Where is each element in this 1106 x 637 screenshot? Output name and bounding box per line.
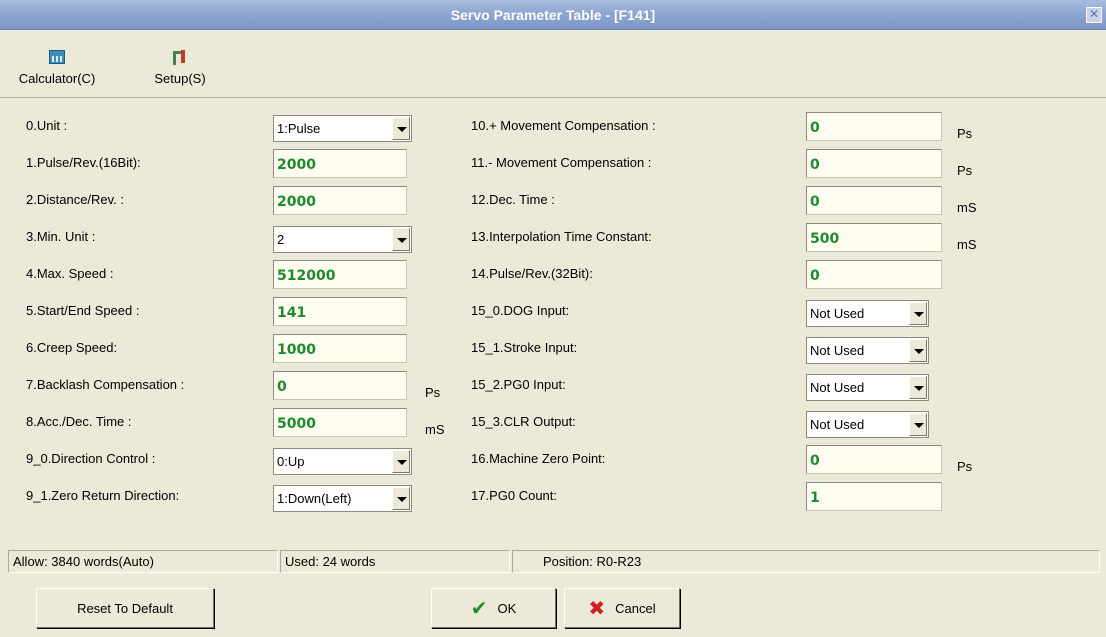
chevron-down-icon[interactable] [392, 487, 410, 510]
ok-button[interactable]: ✔ OK [431, 588, 556, 628]
input-14-pulse-rev-32bit[interactable]: 0 [806, 260, 942, 289]
label-6-creep-speed: 6.Creep Speed: [26, 340, 118, 355]
ok-button-label: OK [497, 600, 517, 616]
label-12-dec-time: 12.Dec. Time : [471, 192, 555, 207]
input-10-movement-compensation[interactable]: 0 [806, 112, 942, 141]
chevron-down-icon[interactable] [392, 450, 410, 473]
select-15-2-pg0-input[interactable]: Not Used [806, 374, 929, 401]
tools-icon [172, 50, 188, 65]
select-value: Not Used [810, 417, 865, 432]
toolbar: Calculator(C) Setup(S) [0, 40, 1106, 98]
select-value: 1:Down(Left) [277, 491, 352, 506]
cancel-button-label: Cancel [615, 600, 656, 616]
select-value: 2 [277, 232, 285, 247]
select-15-3-clr-output[interactable]: Not Used [806, 411, 929, 438]
calculator-icon [49, 50, 65, 64]
input-13-interpolation-time-constant[interactable]: 500 [806, 223, 942, 252]
label-15-1-stroke-input: 15_1.Stroke Input: [471, 340, 578, 355]
label-11-movement-compensation: 11.- Movement Compensation : [471, 155, 652, 170]
select-value: Not Used [810, 306, 865, 321]
chevron-down-icon[interactable] [909, 339, 927, 362]
label-17-pg0-count: 17.PG0 Count: [471, 488, 557, 503]
label-5-start-end-speed: 5.Start/End Speed : [26, 303, 140, 318]
reset-to-default-button[interactable]: Reset To Default [36, 588, 214, 628]
label-2-distance-rev: 2.Distance/Rev. : [26, 192, 125, 207]
setup-label: Setup(S) [154, 71, 206, 86]
select-9-1-zero-return-direction[interactable]: 1:Down(Left) [273, 485, 412, 512]
chevron-down-icon[interactable] [909, 376, 927, 399]
input-7-backlash-compensation[interactable]: 0 [273, 371, 407, 400]
select-value: 1:Pulse [277, 121, 321, 136]
input-8-acc-dec-time[interactable]: 5000 [273, 408, 407, 437]
input-17-pg0-count[interactable]: 1 [806, 482, 942, 511]
calculator-button[interactable]: Calculator(C) [12, 50, 102, 86]
select-15-0-dog-input[interactable]: Not Used [806, 300, 929, 327]
close-icon[interactable]: ✕ [1086, 7, 1102, 23]
label-13-interpolation-time-constant: 13.Interpolation Time Constant: [471, 229, 652, 244]
input-6-creep-speed[interactable]: 1000 [273, 334, 407, 363]
status-position: Position: R0-R23 [512, 550, 1100, 573]
label-4-max-speed: 4.Max. Speed : [26, 266, 114, 281]
chevron-down-icon[interactable] [909, 413, 927, 436]
label-15-3-clr-output: 15_3.CLR Output: [471, 414, 576, 429]
label-15-2-pg0-input: 15_2.PG0 Input: [471, 377, 566, 392]
unit-label: mS [957, 237, 977, 252]
cross-icon: ✖ [588, 597, 606, 620]
setup-button[interactable]: Setup(S) [140, 50, 220, 86]
input-12-dec-time[interactable]: 0 [806, 186, 942, 215]
chevron-down-icon[interactable] [392, 228, 410, 251]
status-used: Used: 24 words [280, 550, 510, 573]
label-10-movement-compensation: 10.+ Movement Compensation : [471, 118, 656, 133]
input-1-pulse-rev-16bit[interactable]: 2000 [273, 149, 407, 178]
label-14-pulse-rev-32bit: 14.Pulse/Rev.(32Bit): [471, 266, 593, 281]
select-0-unit[interactable]: 1:Pulse [273, 115, 412, 142]
cancel-button[interactable]: ✖ Cancel [564, 588, 680, 628]
label-7-backlash-compensation: 7.Backlash Compensation : [26, 377, 185, 392]
label-0-unit: 0.Unit : [26, 118, 68, 133]
input-5-start-end-speed[interactable]: 141 [273, 297, 407, 326]
select-15-1-stroke-input[interactable]: Not Used [806, 337, 929, 364]
input-16-machine-zero-point[interactable]: 0 [806, 445, 942, 474]
unit-label: Ps [957, 163, 973, 178]
select-value: Not Used [810, 380, 865, 395]
input-11-movement-compensation[interactable]: 0 [806, 149, 942, 178]
label-16-machine-zero-point: 16.Machine Zero Point: [471, 451, 606, 466]
select-value: Not Used [810, 343, 865, 358]
window-title: Servo Parameter Table - [F141] [450, 6, 656, 23]
input-4-max-speed[interactable]: 512000 [273, 260, 407, 289]
chevron-down-icon[interactable] [909, 302, 927, 325]
status-allow: Allow: 3840 words(Auto) [8, 550, 278, 573]
chevron-down-icon[interactable] [392, 117, 410, 140]
label-1-pulse-rev-16bit: 1.Pulse/Rev.(16Bit): [26, 155, 141, 170]
checkmark-icon: ✔ [470, 597, 488, 620]
unit-label: Ps [957, 126, 973, 141]
input-2-distance-rev[interactable]: 2000 [273, 186, 407, 215]
select-3-min-unit[interactable]: 2 [273, 226, 412, 253]
label-15-0-dog-input: 15_0.DOG Input: [471, 303, 570, 318]
unit-label: mS [425, 422, 445, 437]
unit-label: Ps [957, 459, 973, 474]
select-9-0-direction-control[interactable]: 0:Up [273, 448, 412, 475]
label-9-1-zero-return-direction: 9_1.Zero Return Direction: [26, 488, 180, 503]
select-value: 0:Up [277, 454, 305, 469]
title-bar: Servo Parameter Table - [F141] ✕ [0, 0, 1106, 30]
unit-label: Ps [425, 385, 441, 400]
label-9-0-direction-control: 9_0.Direction Control : [26, 451, 156, 466]
calculator-label: Calculator(C) [18, 71, 96, 86]
label-3-min-unit: 3.Min. Unit : [26, 229, 96, 244]
unit-label: mS [957, 200, 977, 215]
label-8-acc-dec-time: 8.Acc./Dec. Time : [26, 414, 132, 429]
reset-button-label: Reset To Default [77, 600, 173, 616]
